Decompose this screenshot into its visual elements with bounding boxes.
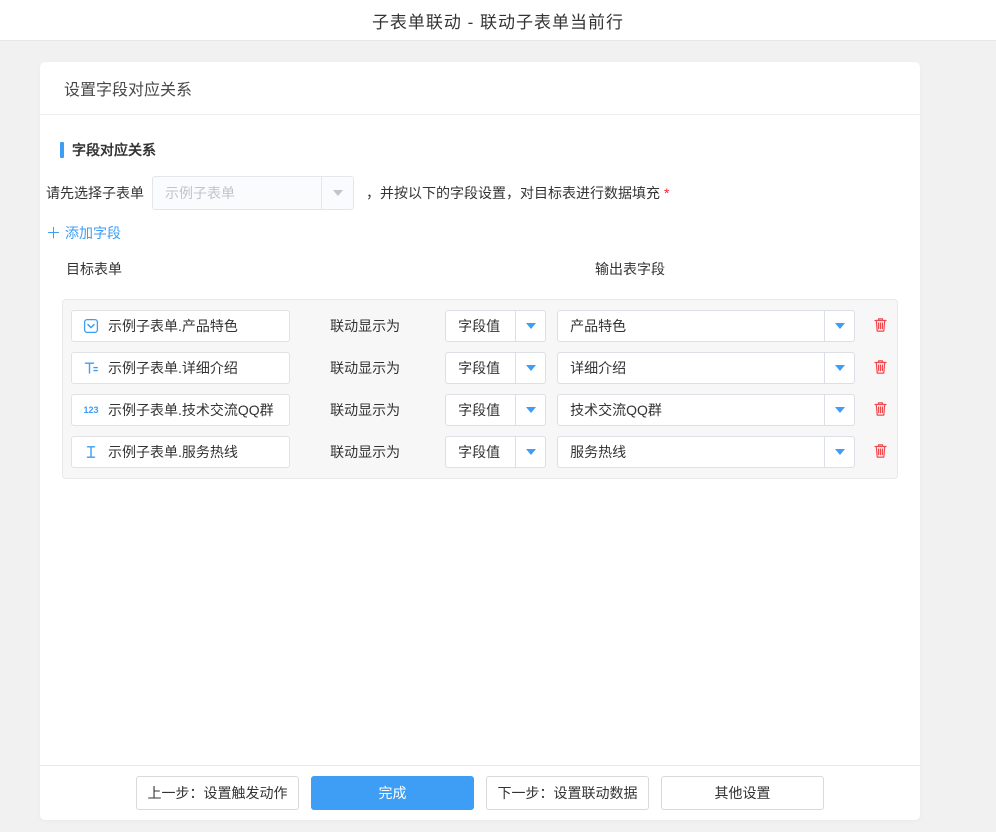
delete-row-button[interactable]	[871, 401, 889, 419]
output-field-value: 产品特色	[558, 311, 824, 341]
chevron-down-icon[interactable]	[824, 353, 854, 383]
value-type-select[interactable]: 字段值	[445, 394, 546, 426]
value-type-value: 字段值	[446, 395, 515, 425]
link-display-label: 联动显示为	[330, 358, 400, 378]
field-mapping-group: 示例子表单.产品特色 联动显示为 字段值 产品特色 示例子表单.详细介绍 联动显…	[62, 299, 898, 479]
field-mapping-row: 示例子表单.服务热线 联动显示为 字段值 服务热线	[63, 431, 897, 473]
column-output-field: 输出表字段	[595, 259, 665, 279]
target-field-box[interactable]: 123 示例子表单.技术交流QQ群	[71, 394, 290, 426]
section-title-text: 字段对应关系	[72, 140, 156, 160]
settings-card: 设置字段对应关系 字段对应关系 请先选择子表单 示例子表单 ，并按以下的字段设置…	[40, 62, 920, 820]
finish-button[interactable]: 完成	[311, 776, 474, 810]
value-type-value: 字段值	[446, 311, 515, 341]
output-field-select[interactable]: 技术交流QQ群	[557, 394, 855, 426]
output-field-value: 技术交流QQ群	[558, 395, 824, 425]
page-title: 子表单联动 - 联动子表单当前行	[372, 8, 624, 33]
value-type-value: 字段值	[446, 437, 515, 467]
target-field-box[interactable]: 示例子表单.服务热线	[71, 436, 290, 468]
link-display-label: 联动显示为	[330, 442, 400, 462]
column-target-form: 目标表单	[66, 259, 122, 279]
value-type-select[interactable]: 字段值	[445, 310, 546, 342]
section-title: 字段对应关系	[60, 140, 898, 160]
selector-hint-text: ，并按以下的字段设置，对目标表进行数据填充	[366, 183, 660, 203]
output-field-select[interactable]: 详细介绍	[557, 352, 855, 384]
chevron-down-icon[interactable]	[515, 395, 545, 425]
number-field-icon: 123	[82, 402, 100, 418]
link-display-label: 联动显示为	[330, 316, 400, 336]
value-type-value: 字段值	[446, 353, 515, 383]
target-field-name: 示例子表单.服务热线	[108, 442, 238, 462]
link-display-label: 联动显示为	[330, 400, 400, 420]
target-field-name: 示例子表单.产品特色	[108, 316, 238, 336]
subform-select[interactable]: 示例子表单	[152, 176, 354, 210]
card-title: 设置字段对应关系	[64, 76, 192, 100]
target-field-box[interactable]: 示例子表单.详细介绍	[71, 352, 290, 384]
target-field-name: 示例子表单.技术交流QQ群	[108, 400, 274, 420]
field-mapping-row: 示例子表单.详细介绍 联动显示为 字段值 详细介绍	[63, 347, 897, 389]
chevron-down-icon[interactable]	[824, 311, 854, 341]
required-asterisk: *	[664, 185, 669, 201]
footer-button-2[interactable]: 下一步：设置联动数据	[486, 776, 649, 810]
footer-button-3[interactable]: 其他设置	[661, 776, 824, 810]
section-accent-bar	[60, 142, 64, 158]
plus-icon: ＋	[46, 222, 61, 243]
output-field-value: 详细介绍	[558, 353, 824, 383]
card-header: 设置字段对应关系	[40, 62, 920, 115]
subform-selector-row: 请先选择子表单 示例子表单 ，并按以下的字段设置，对目标表进行数据填充 *	[46, 176, 898, 210]
output-field-select[interactable]: 产品特色	[557, 310, 855, 342]
chevron-down-icon[interactable]	[515, 311, 545, 341]
select-field-icon	[82, 318, 100, 334]
value-type-select[interactable]: 字段值	[445, 352, 546, 384]
chevron-down-icon[interactable]	[824, 437, 854, 467]
chevron-down-icon[interactable]	[515, 353, 545, 383]
field-mapping-row: 123 示例子表单.技术交流QQ群 联动显示为 字段值 技术交流QQ群	[63, 389, 897, 431]
chevron-down-icon[interactable]	[515, 437, 545, 467]
card-body: 字段对应关系 请先选择子表单 示例子表单 ，并按以下的字段设置，对目标表进行数据…	[40, 115, 920, 765]
output-field-select[interactable]: 服务热线	[557, 436, 855, 468]
add-field-label: 添加字段	[65, 223, 121, 243]
value-type-select[interactable]: 字段值	[445, 436, 546, 468]
target-field-name: 示例子表单.详细介绍	[108, 358, 238, 378]
textarea-field-icon	[82, 360, 100, 376]
subform-select-value: 示例子表单	[153, 177, 321, 209]
columns-header: 目标表单 输出表字段	[62, 259, 898, 279]
delete-row-button[interactable]	[871, 317, 889, 335]
input-field-icon	[82, 444, 100, 460]
trash-icon	[873, 401, 888, 420]
top-header-bar: 子表单联动 - 联动子表单当前行	[0, 0, 996, 41]
footer-button-0[interactable]: 上一步：设置触发动作	[136, 776, 299, 810]
add-field-link[interactable]: ＋ 添加字段	[46, 222, 121, 243]
delete-row-button[interactable]	[871, 443, 889, 461]
target-field-box[interactable]: 示例子表单.产品特色	[71, 310, 290, 342]
footer-action-bar: 上一步：设置触发动作 完成 下一步：设置联动数据 其他设置	[40, 765, 920, 820]
chevron-down-icon[interactable]	[824, 395, 854, 425]
trash-icon	[873, 359, 888, 378]
trash-icon	[873, 443, 888, 462]
subform-selector-label: 请先选择子表单	[46, 183, 144, 203]
delete-row-button[interactable]	[871, 359, 889, 377]
field-mapping-row: 示例子表单.产品特色 联动显示为 字段值 产品特色	[63, 305, 897, 347]
trash-icon	[873, 317, 888, 336]
output-field-value: 服务热线	[558, 437, 824, 467]
chevron-down-icon	[321, 177, 353, 209]
